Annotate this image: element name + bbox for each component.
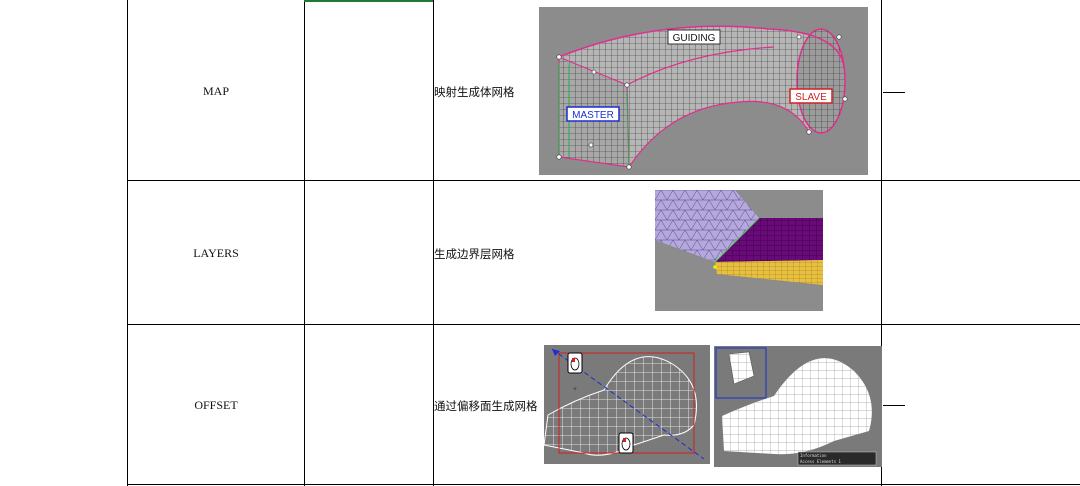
table-row-divider: [127, 324, 1080, 325]
svg-text:+: +: [573, 386, 577, 393]
row-desc-offset: 通过偏移面生成网格: [434, 399, 538, 413]
console-line-1: Information: [800, 453, 827, 458]
row-desc-map: 映射生成体网格: [434, 85, 515, 99]
table-border-bottom: [127, 484, 1080, 485]
row-note-dash: [883, 405, 905, 406]
layers-mesh-image: [655, 190, 823, 311]
map-mesh-image: GUIDING MASTER SLAVE: [539, 7, 868, 175]
table-column-divider: [304, 0, 305, 486]
row-note-dash: [883, 92, 905, 93]
row-name-map: MAP: [202, 84, 230, 98]
table-row-divider: [127, 180, 1080, 181]
console-line-2: Access Elements 1: [800, 459, 842, 464]
mouse-icon: [567, 352, 583, 374]
slave-label: SLAVE: [795, 92, 827, 103]
selected-cell-top-border: [304, 0, 433, 2]
mouse-icon: [618, 432, 634, 454]
row-name-layers: LAYERS: [193, 246, 239, 260]
offset-result-image: Information Access Elements 1: [714, 346, 882, 467]
row-desc-layers: 生成边界层网格: [434, 247, 515, 261]
row-name-offset: OFFSET: [194, 398, 238, 412]
guiding-label: GUIDING: [673, 33, 716, 44]
master-label: MASTER: [572, 110, 614, 121]
table-border-left: [127, 0, 128, 486]
offset-selection-image: +: [544, 345, 710, 464]
